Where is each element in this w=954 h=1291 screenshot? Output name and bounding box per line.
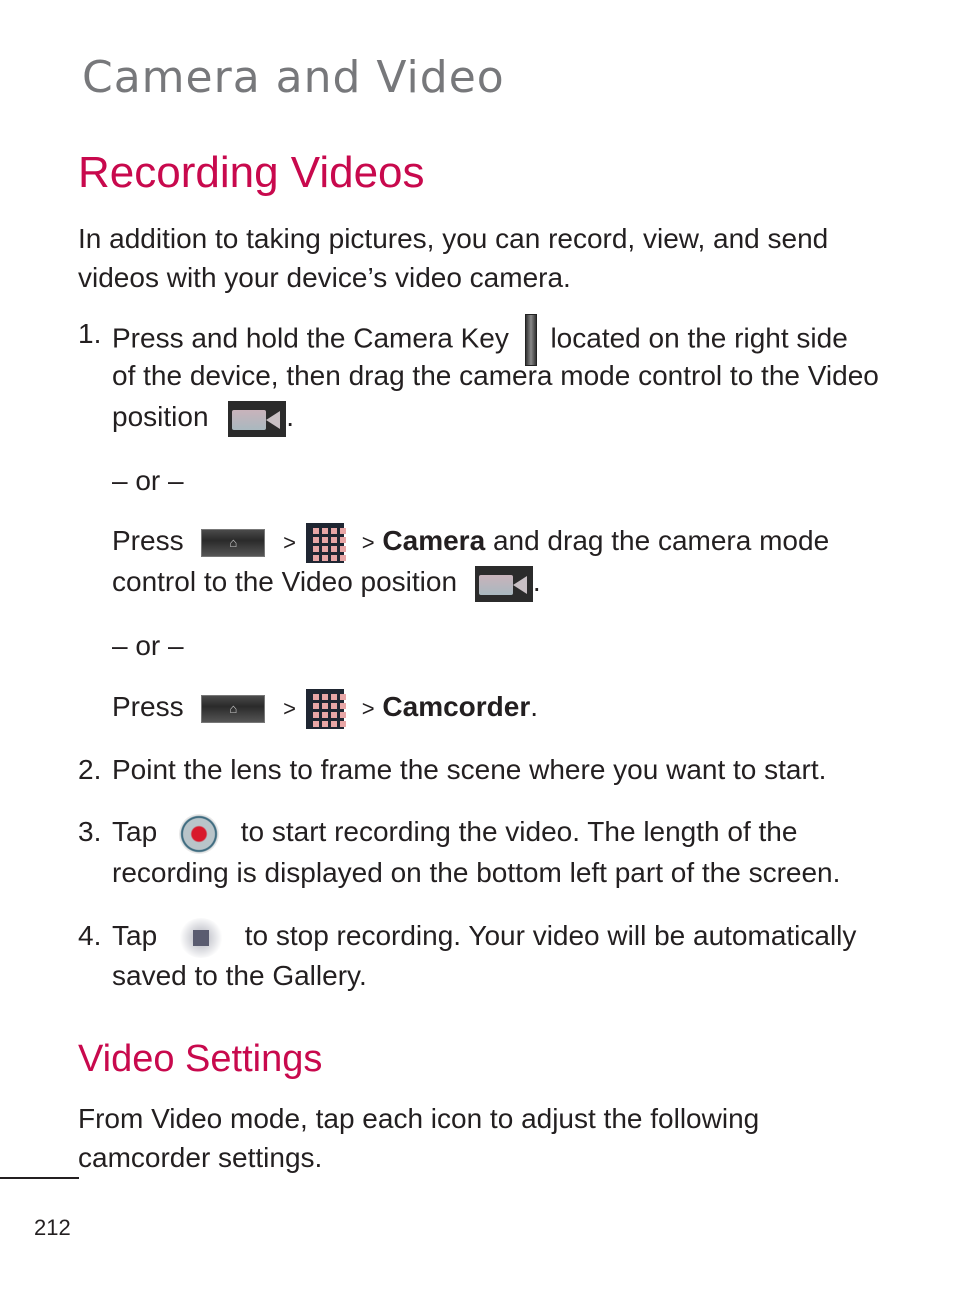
arrow: > <box>361 530 375 555</box>
step-1-line3: position . <box>112 397 294 437</box>
camera-label: Camera <box>382 525 486 556</box>
intro-line: In addition to taking pictures, you can … <box>78 223 829 254</box>
footer-rule <box>0 1177 79 1179</box>
page-number: 212 <box>34 1215 71 1240</box>
or-divider: – or – <box>112 630 184 661</box>
step-number: 1. <box>78 318 102 349</box>
chapter-title: Camera and Video <box>82 52 505 103</box>
punct: . <box>530 691 539 722</box>
alt-1-line2: control to the Video position . <box>112 562 541 602</box>
home-key-icon: ⌂ <box>201 528 266 557</box>
step-text: and drag the camera mode <box>492 525 830 556</box>
settings-line: camcorder settings. <box>78 1142 323 1173</box>
step-text: Press and hold the Camera Key <box>112 322 509 354</box>
arrow: > <box>361 696 375 721</box>
step-4: Tap to stop recording. Your video will b… <box>112 916 856 958</box>
step-number: 2. <box>78 754 102 785</box>
apps-icon <box>306 522 346 563</box>
step-text: Tap <box>112 920 158 951</box>
alt-1: Press ⌂ > > Camera and drag the camera m… <box>112 521 829 563</box>
alt-2: Press ⌂ > > Camcorder. <box>112 687 538 729</box>
step-text: to stop recording. Your video will be au… <box>244 920 857 951</box>
step-text: to start recording the video. The length… <box>240 816 798 847</box>
punct: . <box>286 401 295 432</box>
step-number: 4. <box>78 920 102 951</box>
home-key-icon: ⌂ <box>201 694 266 723</box>
intro-line: videos with your device’s video camera. <box>78 262 571 293</box>
settings-paragraph: From Video mode, tap each icon to adjust… <box>78 1099 759 1177</box>
record-button-icon <box>178 813 219 854</box>
camcorder-label: Camcorder <box>382 691 531 722</box>
step-3: Tap to start recording the video. The le… <box>112 812 797 854</box>
video-camera-icon <box>228 400 287 437</box>
arrow: > <box>283 696 296 721</box>
step-text: control to the Video position <box>112 566 458 597</box>
press-text: Press <box>112 691 184 722</box>
settings-line: From Video mode, tap each icon to adjust… <box>78 1103 760 1134</box>
step-4-line2: saved to the Gallery. <box>112 960 367 991</box>
step-3-line2: recording is displayed on the bottom lef… <box>112 857 841 888</box>
step-text: position <box>112 401 209 432</box>
arrow: > <box>283 530 296 555</box>
punct: . <box>532 566 541 597</box>
step-text: Tap <box>112 816 158 847</box>
press-text: Press <box>112 525 184 556</box>
step-text: located on the right side <box>550 322 848 354</box>
step-2: Point the lens to frame the scene where … <box>112 754 827 785</box>
apps-icon <box>306 688 346 729</box>
video-camera-icon <box>474 565 533 602</box>
or-divider: – or – <box>112 465 184 496</box>
step-number: 3. <box>78 816 102 847</box>
intro-paragraph: In addition to taking pictures, you can … <box>78 219 828 297</box>
video-settings-heading: Video Settings <box>78 1038 323 1080</box>
stop-button-icon <box>178 917 223 958</box>
step-1-line2: of the device, then drag the camera mode… <box>112 360 879 391</box>
section-title: Recording Videos <box>78 148 425 197</box>
